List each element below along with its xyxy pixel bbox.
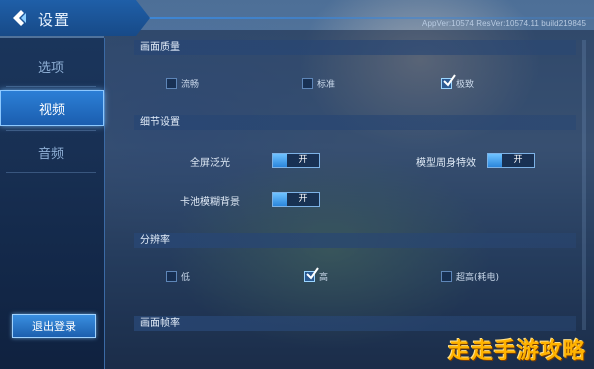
quality-option-ultra[interactable]: 极致 [441,74,475,90]
option-label: 高 [319,273,329,283]
toggle-state: 开 [298,194,308,204]
quality-option-smooth[interactable]: 流畅 [166,77,199,90]
checkbox[interactable] [441,74,456,89]
card-blur-label: 卡池模糊背景 [180,197,240,208]
option-label: 流畅 [181,80,200,90]
resolution-option-high[interactable]: 高 [304,267,329,283]
sidebar-item-options[interactable]: 选项 [0,48,102,84]
logout-button[interactable]: 退出登录 [12,314,96,338]
card-blur-toggle[interactable]: 开 [272,192,320,207]
version-info: AppVer:10574 ResVer:10574.11 build219845 [422,19,586,28]
section-header-framerate: 画面帧率 [134,316,576,331]
model-effect-toggle[interactable]: 开 [487,153,535,168]
section-header-quality: 画面质量 [134,40,576,55]
section-header-resolution: 分辨率 [134,233,576,248]
resolution-option-low[interactable]: 低 [166,270,190,283]
option-label: 标准 [317,80,336,90]
checkbox[interactable] [166,271,177,282]
checkbox[interactable] [302,78,313,89]
toggle-state: 开 [298,155,308,165]
quality-option-standard[interactable]: 标准 [302,77,335,90]
toggle-knob [273,154,287,167]
fullscreen-glow-label: 全屏泛光 [190,158,230,169]
sidebar-divider [6,130,96,131]
watermark-text: 走走手游攻略 [447,339,586,364]
game-settings-screen: 设置 AppVer:10574 ResVer:10574.11 build219… [0,0,594,369]
toggle-knob [273,193,287,206]
toggle-state: 开 [513,155,523,165]
sidebar-item-video[interactable]: 视频 [0,90,104,126]
option-label: 极致 [456,80,475,90]
checkmark-icon [443,74,456,87]
option-label: 超高(耗电) [456,273,500,283]
option-label: 低 [181,273,191,283]
model-effect-label: 模型周身特效 [416,158,476,169]
fullscreen-glow-toggle[interactable]: 开 [272,153,320,168]
scrollbar[interactable] [582,40,586,330]
section-header-detail: 细节设置 [134,115,576,130]
sidebar-item-audio[interactable]: 音频 [0,134,102,170]
checkbox[interactable] [304,267,319,282]
resolution-option-ultra[interactable]: 超高(耗电) [441,270,499,283]
checkbox[interactable] [166,78,177,89]
toggle-knob [488,154,502,167]
sidebar-divider [6,172,96,173]
page-title: 设置 [38,11,71,29]
checkmark-icon [306,267,319,280]
checkbox[interactable] [441,271,452,282]
sidebar-divider [6,86,96,87]
back-arrow-icon[interactable] [7,7,29,29]
